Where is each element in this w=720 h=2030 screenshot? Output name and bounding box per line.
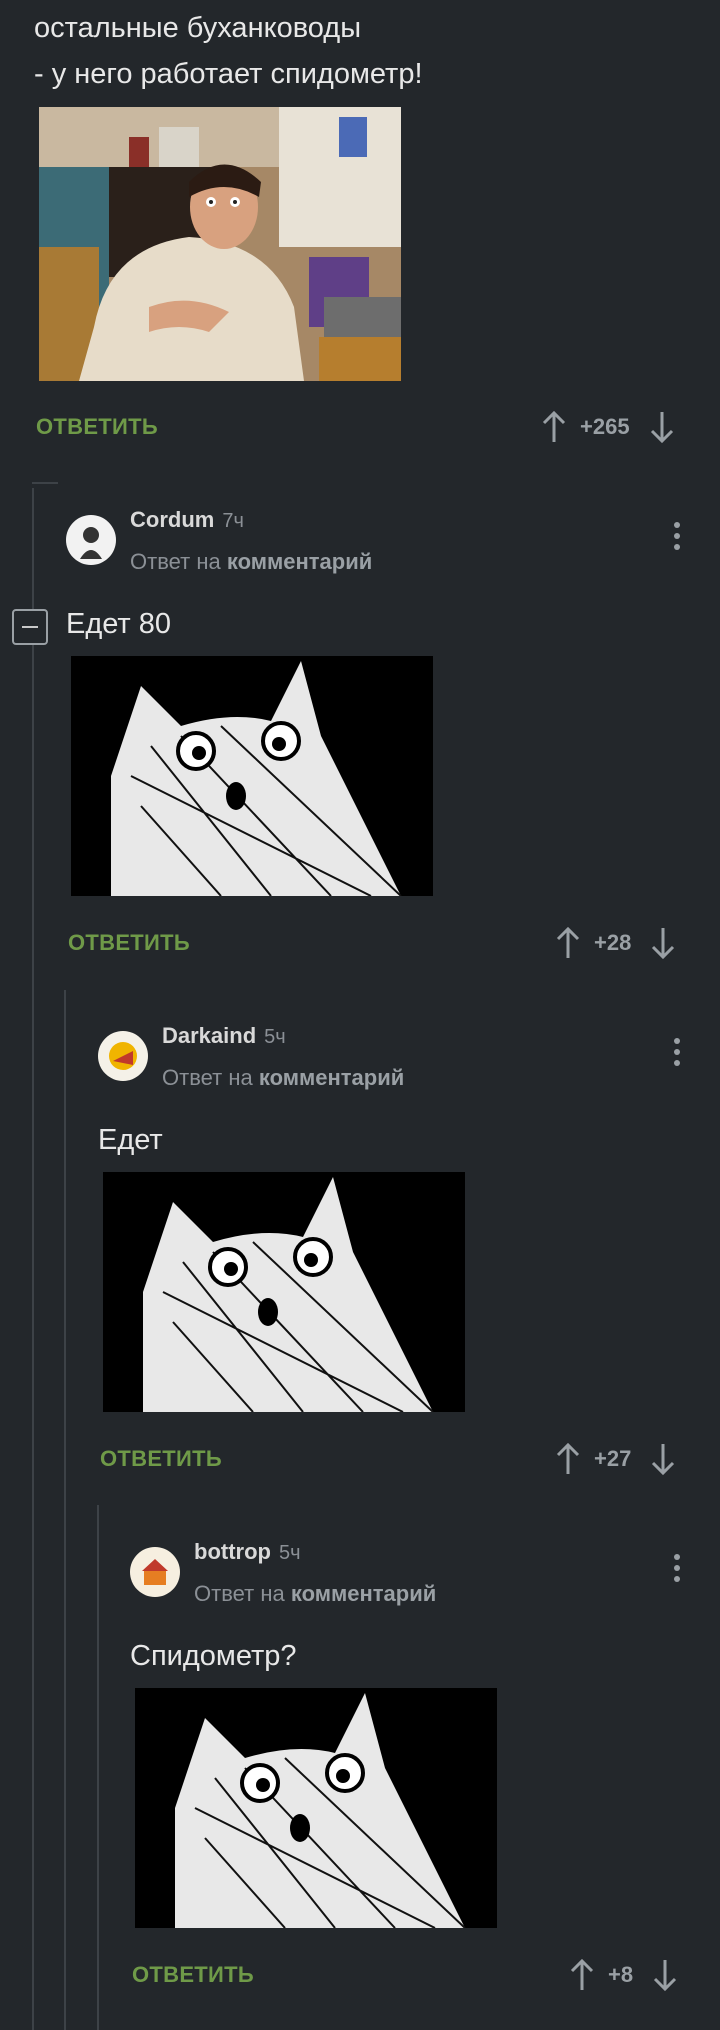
score: +265 [580,414,630,439]
vote-controls: +27 [554,1442,677,1476]
downvote-icon[interactable] [649,926,677,960]
collapse-thread-button[interactable] [12,609,48,645]
reply-to: Ответ на комментарий [130,549,373,574]
more-options-icon[interactable] [672,1554,682,1590]
upvote-icon[interactable] [554,1442,582,1476]
thread-line [32,488,34,2030]
shocked-cat-image [135,1688,497,1928]
joey-reaction-image [39,107,401,381]
reply-button[interactable]: ОТВЕТИТЬ [68,930,190,956]
comment-time: 7ч [222,510,244,532]
comment-text-line: - у него работает спидометр! [34,58,423,90]
downvote-icon[interactable] [649,1442,677,1476]
more-options-icon[interactable] [672,522,682,558]
reply-to: Ответ на комментарий [194,1581,437,1606]
avatar[interactable] [66,515,116,565]
minus-icon [22,626,38,628]
score: +28 [594,930,632,955]
avatar[interactable] [130,1547,180,1597]
comment-author[interactable]: Darkaind 5ч [162,1023,286,1049]
reply-target-link[interactable]: комментарий [259,1065,404,1090]
shocked-cat-image [71,656,433,896]
thread-branch [32,482,58,484]
comment-text-line: остальные буханководы [34,12,362,44]
downvote-icon[interactable] [651,1958,679,1992]
reply-button[interactable]: ОТВЕТИТЬ [100,1446,222,1472]
shocked-cat-image [103,1172,465,1412]
reply-target-link[interactable]: комментарий [227,549,372,574]
reply-target-link[interactable]: комментарий [291,1581,436,1606]
avatar[interactable] [98,1031,148,1081]
comment-author[interactable]: Cordum 7ч [130,507,244,533]
upvote-icon[interactable] [540,410,568,444]
comment-text: Едет 80 [66,608,172,640]
vote-controls: +265 [540,410,676,444]
downvote-icon[interactable] [648,410,676,444]
comment-author[interactable]: bottrop 5ч [194,1539,301,1565]
upvote-icon[interactable] [554,926,582,960]
upvote-icon[interactable] [568,1958,596,1992]
comment-text: Спидометр? [130,1640,297,1672]
vote-controls: +28 [554,926,677,960]
score: +27 [594,1446,632,1471]
reply-button[interactable]: ОТВЕТИТЬ [36,414,158,440]
score: +8 [608,1962,634,1987]
comment-text: Едет [98,1124,163,1156]
thread-line [97,1505,99,2030]
thread-line [64,990,66,2030]
more-options-icon[interactable] [672,1038,682,1074]
reply-to: Ответ на комментарий [162,1065,405,1090]
vote-controls: +8 [568,1958,679,1992]
reply-button[interactable]: ОТВЕТИТЬ [132,1962,254,1988]
comment-time: 5ч [278,1542,301,1564]
comment-time: 5ч [264,1026,286,1048]
